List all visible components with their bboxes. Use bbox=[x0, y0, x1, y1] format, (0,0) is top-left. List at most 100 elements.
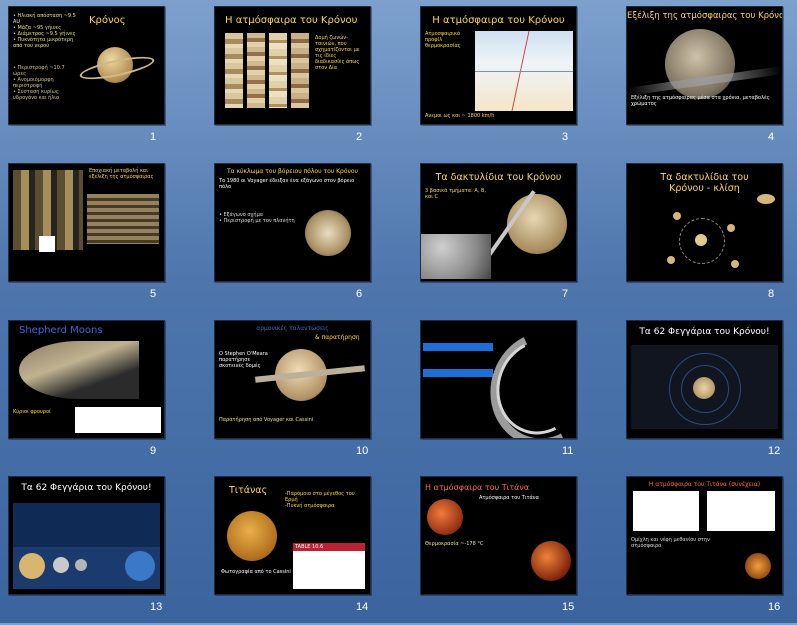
slide-number: 4 bbox=[768, 131, 775, 143]
slide-preview[interactable]: Τα 62 Φεγγάρια του Κρόνου! bbox=[626, 320, 783, 439]
slide-title: Τιτάνας bbox=[229, 485, 268, 496]
layer-line bbox=[475, 71, 573, 72]
slide-thumbnail-8[interactable]: Τα δακτυλίδια του Κρόνου - κλίση 8 bbox=[618, 157, 797, 312]
slide-thumbnail-3[interactable]: Η ατμόσφαιρα του Κρόνου Ατμοσφαιρικό προ… bbox=[412, 0, 609, 155]
slide-number: 14 bbox=[356, 601, 369, 613]
slide-body-text: Ατμοσφαιρικό προφίλ θερμοκρασίας bbox=[425, 31, 461, 49]
slide-title: Η ατμόσφαιρα του Κρόνου bbox=[225, 15, 358, 26]
slide-body-text: Ατμόσφαιρα του Τιτάνα bbox=[479, 495, 539, 501]
moons-lineup bbox=[13, 503, 160, 547]
white-panel bbox=[39, 236, 55, 252]
slide-number: 13 bbox=[150, 601, 163, 613]
slide-thumbnail-6[interactable]: Τα κύκλωμα του βόρειου πόλου του Κρόνου … bbox=[206, 157, 403, 312]
moon-icon bbox=[53, 557, 69, 573]
slide-preview[interactable]: Shepherd Moons Κύριοι φρουροί bbox=[8, 320, 165, 439]
slide-number: 3 bbox=[562, 131, 569, 143]
slide-preview[interactable]: Κρόνος • Ηλιακή απόσταση ~9.5 AU • Μάζα ~… bbox=[8, 6, 165, 125]
label-bar bbox=[423, 369, 493, 377]
slide-title: Η ατμόσφαιρα του Τιτάνα bbox=[425, 483, 530, 492]
saturn-icon bbox=[727, 224, 735, 232]
polar-image bbox=[305, 210, 351, 256]
slide-preview[interactable]: Η ατμόσφαιρα του Τιτάνα Ατμόσφαιρα του Τ… bbox=[420, 476, 577, 595]
slide-preview[interactable]: Η ατμόσφαιρα του Κρόνου Ατμοσφαιρικό προ… bbox=[420, 6, 577, 125]
slide-title: Η ατμόσφαιρα του Κρόνου bbox=[432, 15, 565, 26]
slide-preview[interactable]: Η ατμόσφαιρα του Κρόνου Δομή ζωνών-ταινι… bbox=[214, 6, 371, 125]
slide-title: Τα κύκλωμα του βόρειου πόλου του Κρόνου bbox=[226, 168, 359, 175]
ring-image-inner bbox=[483, 327, 576, 438]
slide-thumbnail-14[interactable]: Τιτάνας -Παρόμοιο στο μέγεθος του Ερμή -Π… bbox=[206, 470, 403, 625]
table-header: TABLE 10.6 bbox=[295, 544, 324, 550]
slide-preview[interactable]: Τα δακτυλίδια του Κρόνου 3 βασικά τμήματ… bbox=[420, 163, 577, 282]
slide-preview[interactable] bbox=[420, 320, 577, 439]
slide-title: Κρόνος bbox=[89, 15, 126, 26]
slide-number: 7 bbox=[562, 288, 569, 300]
slide-title: Shepherd Moons bbox=[19, 325, 103, 336]
slide-sorter-view: { "slides": [ {"number": "1", "title": "… bbox=[0, 0, 797, 623]
slide-body-text: Δομή ζωνών-ταινιών, που σχηματίζονται με… bbox=[315, 35, 360, 71]
profile-chart-2 bbox=[707, 491, 775, 531]
atmosphere-table: TABLE 10.6 bbox=[293, 543, 365, 589]
table-header-bar: TABLE 10.6 bbox=[293, 543, 365, 551]
slide-number: 16 bbox=[768, 601, 781, 613]
moon-icon bbox=[75, 559, 87, 571]
slide-thumbnail-11[interactable]: 11 bbox=[412, 314, 609, 469]
slide-preview[interactable]: Τα 62 Φεγγάρια του Κρόνου! bbox=[8, 476, 165, 595]
slide-title-highlight: & παρατήρηση bbox=[315, 334, 360, 341]
slide-preview[interactable]: Τα κύκλωμα του βόρειου πόλου του Κρόνου … bbox=[214, 163, 371, 282]
titan-image bbox=[745, 553, 771, 579]
saturn-icon bbox=[667, 256, 675, 264]
slide-number: 8 bbox=[768, 288, 775, 300]
slide-number: 6 bbox=[356, 288, 363, 300]
band-image-2 bbox=[247, 33, 265, 108]
titan-image bbox=[531, 541, 571, 581]
slide-body-text: • Ηλιακή απόσταση ~9.5 AU • Μάζα ~95 γήιν… bbox=[13, 13, 76, 49]
label-bar bbox=[423, 343, 493, 351]
band-image-1 bbox=[225, 33, 243, 108]
slide-body-text: Κύριοι φρουροί bbox=[13, 409, 51, 415]
moons-comparison bbox=[13, 547, 160, 589]
slide-thumbnail-12[interactable]: Τα 62 Φεγγάρια του Κρόνου! 12 bbox=[618, 314, 797, 469]
slide-title-link: αρμονικές ταλαντώσεις bbox=[256, 325, 329, 332]
slide-number: 11 bbox=[562, 445, 574, 457]
slide-body-text: 3 βασικά τμήματα: A, B, και C bbox=[425, 188, 486, 200]
slide-number: 5 bbox=[150, 288, 157, 300]
slide-title: Τα 62 Φεγγάρια του Κρόνου! bbox=[21, 483, 152, 493]
slide-thumbnail-9[interactable]: Shepherd Moons Κύριοι φρουροί 9 bbox=[0, 314, 197, 469]
saturn-icon bbox=[731, 260, 739, 268]
slide-thumbnail-13[interactable]: Τα 62 Φεγγάρια του Κρόνου! 13 bbox=[0, 470, 197, 625]
slide-title: Τα δακτυλίδια του Κρόνου bbox=[435, 172, 562, 183]
profile-chart-1 bbox=[633, 491, 699, 531]
slide-preview[interactable]: αρμονικές ταλαντώσεις & παρατήρηση Ο Ste… bbox=[214, 320, 371, 439]
slide-number: 12 bbox=[768, 445, 781, 457]
temperature-profile-chart bbox=[475, 31, 573, 111]
moon-icon bbox=[19, 553, 45, 579]
slide-number: 15 bbox=[562, 601, 575, 613]
slide-number: 1 bbox=[150, 131, 157, 143]
slide-thumbnail-7[interactable]: Τα δακτυλίδια του Κρόνου 3 βασικά τμήματ… bbox=[412, 157, 609, 312]
ring-image bbox=[19, 341, 139, 399]
slide-thumbnail-4[interactable]: Εξέλιξη της ατμόσφαιρας του Κρόνου Εξέλι… bbox=[618, 0, 797, 155]
slide-thumbnail-5[interactable]: Εποχιακή μεταβολή και εξέλιξη της ατμόσφ… bbox=[0, 157, 197, 312]
saturn-icon bbox=[693, 377, 715, 399]
band-image-3 bbox=[269, 33, 287, 108]
slide-thumbnail-16[interactable]: Η ατμόσφαιρα του Τιτάνα (συνέχεια) Ομίχλ… bbox=[618, 470, 797, 625]
slide-number: 2 bbox=[356, 131, 363, 143]
slide-preview[interactable]: Η ατμόσφαιρα του Τιτάνα (συνέχεια) Ομίχλ… bbox=[626, 476, 783, 595]
image-caption: Φωτογραφία από το Cassini bbox=[221, 569, 291, 575]
slide-preview[interactable]: Εξέλιξη της ατμόσφαιρας του Κρόνου Εξέλι… bbox=[626, 6, 783, 125]
diagram-panel bbox=[75, 407, 161, 433]
slide-thumbnail-10[interactable]: αρμονικές ταλαντώσεις & παρατήρηση Ο Ste… bbox=[206, 314, 403, 469]
slide-thumbnail-1[interactable]: Κρόνος • Ηλιακή απόσταση ~9.5 AU • Μάζα ~… bbox=[0, 0, 197, 155]
saturn-icon bbox=[673, 212, 681, 220]
band-image-4 bbox=[291, 33, 309, 108]
slide-number: 10 bbox=[356, 445, 369, 457]
titan-image bbox=[427, 499, 463, 535]
slide-thumbnail-2[interactable]: Η ατμόσφαιρα του Κρόνου Δομή ζωνών-ταινι… bbox=[206, 0, 403, 155]
slide-preview[interactable]: Εποχιακή μεταβολή και εξέλιξη της ατμόσφ… bbox=[8, 163, 165, 282]
slide-preview[interactable]: Τιτάνας -Παρόμοιο στο μέγεθος του Ερμή -Π… bbox=[214, 476, 371, 595]
ring-particles-image bbox=[421, 234, 491, 279]
slide-title: Η ατμόσφαιρα του Τιτάνα (συνέχεια) bbox=[648, 481, 761, 488]
slide-thumbnail-15[interactable]: Η ατμόσφαιρα του Τιτάνα Ατμόσφαιρα του Τ… bbox=[412, 470, 609, 625]
slide-number: 9 bbox=[150, 445, 157, 457]
slide-preview[interactable]: Τα δακτυλίδια του Κρόνου - κλίση bbox=[626, 163, 783, 282]
